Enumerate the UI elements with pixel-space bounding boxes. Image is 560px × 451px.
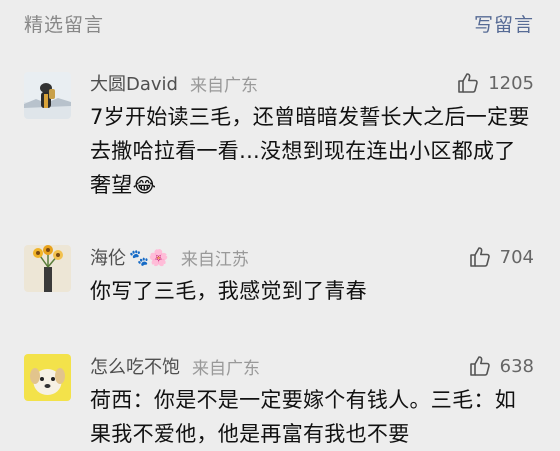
location-label: 来自广东 [189, 75, 258, 96]
like-button[interactable]: 638 [468, 352, 534, 380]
avatar[interactable] [24, 72, 71, 119]
avatar[interactable] [24, 245, 71, 292]
featured-comments-title: 精选留言 [24, 14, 105, 36]
like-button[interactable]: 704 [468, 243, 534, 271]
thumbs-up-icon [458, 73, 478, 93]
thumbs-up-icon [469, 356, 490, 376]
comment-meta: 大圆David 来自广东 [90, 69, 258, 97]
comment-text-block: 你写了三毛，我感觉到了青春 [90, 274, 535, 308]
comment-meta: 海伦 🐾🌸 来自江苏 [90, 243, 249, 271]
location-label: 来自江苏 [180, 249, 249, 270]
comment-text: 你写了三毛，我感觉到了青春 [90, 279, 367, 303]
nickname[interactable]: 怎么吃不饱 [90, 353, 180, 379]
write-comment-link[interactable]: 写留言 [474, 10, 534, 37]
comment-text: 荷西：你是不是一定要嫁个有钱人。三毛：如果我不爱他，他是再富有我也不要 [90, 388, 516, 446]
like-button[interactable]: 1205 [456, 69, 534, 97]
like-count: 704 [499, 246, 534, 268]
tears-of-joy-emoji: 😂 [132, 173, 157, 197]
comments-header: 精选留言 写留言 [0, 0, 560, 44]
thumbs-up-icon [469, 247, 490, 267]
comment-meta: 怎么吃不饱 来自广东 [90, 352, 260, 380]
paw-flower-emoji: 🐾🌸 [129, 247, 169, 267]
location-label: 来自广东 [192, 358, 260, 379]
nickname[interactable]: 大圆David [90, 70, 178, 96]
comment-text-block: 荷西：你是不是一定要嫁个有钱人。三毛：如果我不爱他，他是再富有我也不要 [90, 383, 535, 451]
avatar[interactable] [24, 354, 71, 401]
like-count: 638 [499, 355, 534, 377]
like-count: 1205 [488, 72, 534, 94]
comment-text-block: 7岁开始读三毛，还曾暗暗发誓长大之后一定要去撒哈拉看一看...没想到现在连出小区… [90, 100, 535, 202]
nickname[interactable]: 海伦 [90, 244, 126, 270]
